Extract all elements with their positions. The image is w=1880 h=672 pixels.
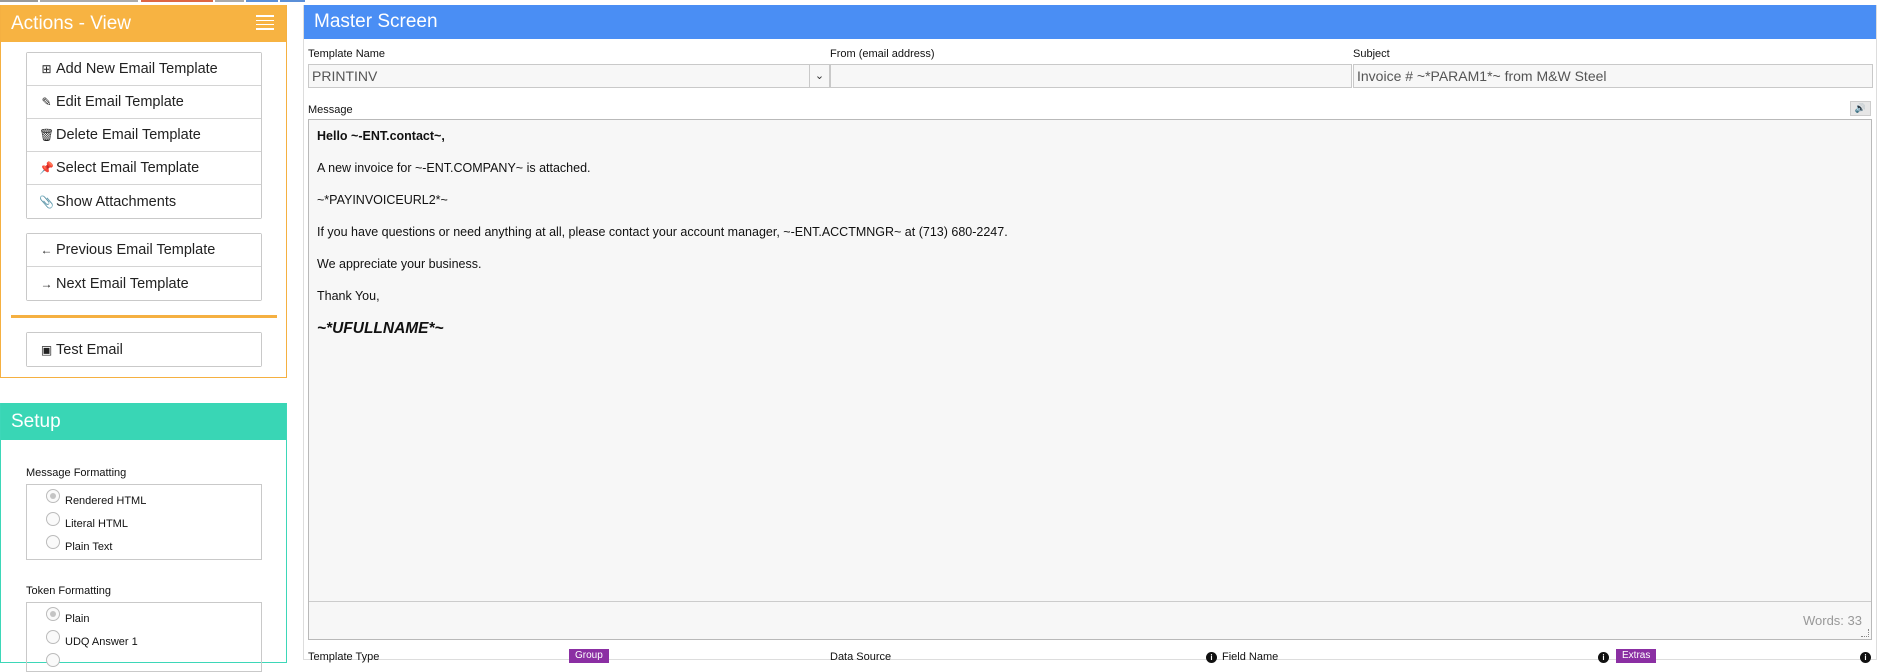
from-input[interactable] [830,64,1352,88]
template-name-value: PRINTINV [312,68,378,84]
paperclip-icon: 📎 [39,194,54,209]
next-template-label: Next Email Template [56,275,189,292]
chevron-down-icon[interactable]: ⌄ [809,65,829,87]
data-source-label: Data Source [830,651,892,663]
message-line: We appreciate your business. [317,257,482,271]
action-group-navigation: ← Previous Email Template → Next Email T… [26,233,262,301]
previous-template-label: Previous Email Template [56,242,216,258]
setup-header: Setup [1,403,286,440]
from-label: From (email address) [830,48,935,60]
template-name-select[interactable]: PRINTINV ⌄ [308,64,830,88]
show-attachments-label: Show Attachments [56,193,177,210]
delete-template-button[interactable]: 🗑 Delete Email Template [27,119,261,152]
arrow-left-icon: ← [40,243,53,257]
radio-label: UDQ Answer 1 [65,636,138,648]
message-formatting-group: Rendered HTML Literal HTML Plain Text [26,484,262,560]
radio-plain[interactable]: Plain [27,603,261,626]
edit-template-label: Edit Email Template [56,94,184,110]
previous-template-button[interactable]: ← Previous Email Template [27,234,261,267]
action-group-template: ⊞ Add New Email Template ✎ Edit Email Te… [26,52,262,219]
group-tag[interactable]: Group [569,649,609,663]
radio-button[interactable] [46,630,60,644]
subject-input[interactable]: Invoice # ~*PARAM1*~ from M&W Steel [1353,64,1873,88]
message-line: A new invoice for ~-ENT.COMPANY~ is atta… [317,161,591,175]
message-content[interactable]: Hello ~-ENT.contact~, A new invoice for … [309,120,1871,360]
master-title: Master Screen [314,11,438,32]
radio-literal-html[interactable]: Literal HTML [27,508,261,531]
radio-button[interactable] [46,489,60,503]
test-email-button[interactable]: ▣ Test Email [27,333,261,366]
radio-udq-answer-1[interactable]: UDQ Answer 1 [27,626,261,649]
add-template-label: Add New Email Template [56,61,218,77]
actions-divider [11,315,277,318]
edit-template-button[interactable]: ✎ Edit Email Template [27,86,261,119]
radio-button[interactable] [46,535,60,549]
radio-button[interactable] [46,607,60,621]
template-name-label: Template Name [308,48,386,60]
test-email-label: Test Email [56,341,123,358]
arrow-right-icon: → [40,276,53,291]
radio-label: Plain Text [65,541,113,553]
extras-tag[interactable]: Extras [1616,649,1657,663]
message-label: Message [308,104,353,116]
word-count: Words: 33 [1802,613,1862,628]
message-line: ~*PAYINVOICEURL2*~ [317,193,448,207]
token-formatting-label: Token Formatting [26,585,111,597]
message-line: Thank You, [317,289,380,303]
radio-more[interactable] [27,649,261,672]
field-name-label: Field Name [1222,651,1279,663]
message-editor[interactable]: Hello ~-ENT.contact~, A new invoice for … [308,119,1872,640]
image-icon: ▣ [40,342,53,357]
radio-label: Plain [65,613,90,625]
template-type-label: Template Type [308,651,380,663]
actions-header: Actions - View [1,5,286,42]
message-formatting-label: Message Formatting [26,467,127,479]
token-formatting-group: Plain UDQ Answer 1 [26,602,262,672]
speaker-icon[interactable]: 🔊 [1850,101,1871,116]
master-screen: Master Screen Template Name PRINTINV ⌄ F… [303,5,1877,663]
top-tab-strip [0,0,1880,3]
setup-title: Setup [11,411,61,432]
next-template-button[interactable]: → Next Email Template [27,267,261,300]
pencil-icon: ✎ [41,95,52,109]
radio-label: Rendered HTML [65,495,147,507]
menu-icon[interactable] [256,15,274,30]
show-attachments-button[interactable]: 📎 Show Attachments [27,185,261,218]
action-group-test: ▣ Test Email [26,332,262,367]
delete-template-label: Delete Email Template [56,127,201,143]
select-template-button[interactable]: 📌 Select Email Template [27,152,261,185]
message-line: Hello ~-ENT.contact~, [317,129,445,143]
select-template-label: Select Email Template [56,160,200,176]
setup-panel: Setup Message Formatting Rendered HTML L… [0,403,287,672]
plus-square-icon: ⊞ [41,62,52,76]
resize-grip-icon[interactable] [1861,629,1869,637]
actions-title: Actions - View [11,13,132,34]
radio-button[interactable] [46,653,60,667]
master-header: Master Screen [304,5,1876,39]
radio-plain-text[interactable]: Plain Text [27,531,261,554]
trash-icon: 🗑 [39,128,55,142]
subject-label: Subject [1353,48,1390,60]
radio-rendered-html[interactable]: Rendered HTML [27,485,261,508]
radio-label: Literal HTML [65,518,128,530]
actions-panel: Actions - View ⊞ Add New Email Template … [0,5,287,378]
subject-value: Invoice # ~*PARAM1*~ from M&W Steel [1357,68,1607,84]
message-signature: ~*UFULLNAME*~ [317,320,444,337]
message-footer: Words: 33 [309,601,1871,639]
radio-button[interactable] [46,512,60,526]
message-line: If you have questions or need anything a… [317,225,1008,239]
add-template-button[interactable]: ⊞ Add New Email Template [27,53,261,86]
pin-icon: 📌 [39,161,54,175]
